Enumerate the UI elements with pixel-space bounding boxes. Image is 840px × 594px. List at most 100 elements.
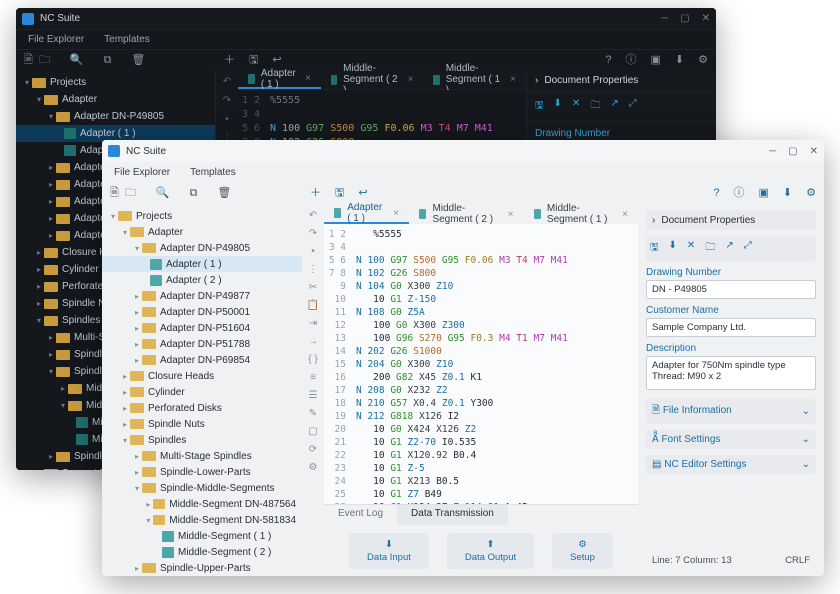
prop-expand-icon[interactable]: ⤢ — [744, 240, 752, 257]
refresh-icon[interactable]: ⟳ — [309, 444, 317, 455]
new-folder-icon[interactable]: 🗀 — [39, 55, 50, 66]
close-tab-icon[interactable]: × — [305, 73, 311, 84]
settings-icon[interactable]: ⚙ — [806, 188, 816, 199]
undo-icon[interactable]: ↶ — [223, 76, 231, 87]
tab-adapter-1[interactable]: Adapter ( 1 )× — [324, 204, 409, 224]
info-icon[interactable]: ⓘ — [734, 188, 745, 199]
prop-save-icon[interactable]: 🖫 — [650, 240, 659, 257]
prop-expand-icon[interactable]: ⤢ — [629, 98, 637, 115]
minimize-icon[interactable]: ─ — [661, 13, 668, 24]
maximize-icon[interactable]: ▢ — [788, 146, 797, 157]
list-icon[interactable]: ☰ — [309, 390, 318, 401]
editor-icon: ▤ — [652, 459, 661, 470]
copy-icon[interactable]: ⧉ — [104, 55, 112, 66]
add-icon[interactable]: ＋ — [224, 55, 235, 66]
dot-icon[interactable]: • — [311, 246, 315, 257]
app-title: NC Suite — [126, 146, 769, 157]
prop-download-icon[interactable]: ⬇ — [669, 240, 677, 257]
customer-name-input[interactable] — [646, 318, 816, 337]
titlebar-light[interactable]: NC Suite ─ ▢ ✕ — [102, 140, 824, 162]
wrap-icon[interactable]: ↩ — [358, 188, 367, 199]
prop-close-icon[interactable]: ✕ — [687, 240, 695, 257]
window-light: NC Suite ─ ▢ ✕ File Explorer Templates 🗎… — [102, 140, 824, 576]
link-icon[interactable]: ⇥ — [309, 318, 317, 329]
dots-icon[interactable]: ⋮ — [308, 264, 318, 275]
new-file-icon[interactable]: 🗎 — [110, 188, 119, 199]
tab-middle-2[interactable]: Middle-Segment ( 2 )× — [321, 70, 424, 89]
prop-download-icon[interactable]: ⬇ — [554, 98, 562, 115]
redo-icon[interactable]: ↷ — [223, 95, 231, 106]
status-bar: Line: 7 Column: 13 CRLF — [646, 551, 816, 570]
wrap-icon[interactable]: ↩ — [272, 55, 281, 66]
delete-icon[interactable]: 🗑 — [217, 188, 231, 199]
close-icon[interactable]: ✕ — [702, 13, 710, 24]
info-icon[interactable]: ⓘ — [626, 55, 637, 66]
settings-icon[interactable]: ⚙ — [698, 55, 708, 66]
new-folder-icon[interactable]: 🗀 — [125, 188, 136, 199]
gear-icon[interactable]: ⚙ — [309, 462, 318, 473]
arrow-right-icon[interactable]: → — [308, 336, 318, 347]
tab-middle-1[interactable]: Middle-Segment ( 1 )× — [524, 204, 638, 224]
tab-data-transmission[interactable]: Data Transmission — [397, 505, 508, 525]
section-nc-settings[interactable]: ▤ NC Editor Settings⌄ — [646, 455, 816, 474]
chevron-down-icon: ⌄ — [802, 459, 810, 470]
save-icon[interactable]: 🖫 — [249, 55, 258, 66]
undo-icon[interactable]: ↶ — [309, 210, 317, 221]
pencil-icon[interactable]: ✎ — [309, 408, 317, 419]
section-file-info[interactable]: 🗎 File Information⌄ — [646, 399, 816, 424]
minimize-icon[interactable]: ─ — [769, 146, 776, 157]
download-icon[interactable]: ⬇ — [783, 188, 792, 199]
save-icon[interactable]: 🖫 — [335, 188, 344, 199]
titlebar-dark[interactable]: NC Suite ─ ▢ ✕ — [16, 8, 716, 30]
chevron-down-icon: ⌄ — [802, 434, 810, 445]
prop-popout-icon[interactable]: ↗ — [610, 98, 618, 115]
new-file-icon[interactable]: 🗎 — [24, 55, 33, 66]
section-font-settings[interactable]: Aͣ Font Settings⌄ — [646, 430, 816, 449]
description-input[interactable] — [646, 356, 816, 390]
cube-icon[interactable]: ▣ — [651, 55, 661, 66]
close-icon[interactable]: ✕ — [810, 146, 818, 157]
drawing-number-input[interactable] — [646, 280, 816, 299]
menu-templates[interactable]: Templates — [190, 167, 236, 178]
app-title: NC Suite — [40, 13, 661, 24]
square-icon[interactable]: ▢ — [308, 426, 317, 437]
cut-icon[interactable]: ✂ — [309, 282, 317, 293]
prop-save-icon[interactable]: 🖫 — [535, 98, 544, 115]
search-icon[interactable]: 🔍 — [70, 55, 84, 66]
copy-icon[interactable]: ⧉ — [190, 188, 198, 199]
data-output-button[interactable]: ⬆Data Output — [447, 533, 534, 569]
help-icon[interactable]: ? — [605, 55, 611, 66]
help-icon[interactable]: ? — [713, 188, 719, 199]
file-tree-light[interactable]: ▾Projects ▾Adapter ▾Adapter DN-P49805 Ad… — [102, 204, 302, 576]
tab-event-log[interactable]: Event Log — [324, 505, 397, 525]
redo-icon[interactable]: ↷ — [309, 228, 317, 239]
search-icon[interactable]: 🔍 — [156, 188, 170, 199]
menu-file-explorer[interactable]: File Explorer — [28, 34, 84, 45]
prop-open-icon[interactable]: 🗀 — [590, 98, 600, 115]
line-ending: CRLF — [785, 555, 810, 566]
add-icon[interactable]: ＋ — [310, 188, 321, 199]
braces-icon[interactable]: { } — [308, 354, 317, 365]
prop-popout-icon[interactable]: ↗ — [725, 240, 733, 257]
prop-close-icon[interactable]: ✕ — [572, 98, 580, 115]
maximize-icon[interactable]: ▢ — [680, 13, 689, 24]
setup-button[interactable]: ⚙Setup — [552, 533, 613, 569]
menu-file-explorer[interactable]: File Explorer — [114, 167, 170, 178]
delete-icon[interactable]: 🗑 — [131, 55, 145, 66]
app-icon — [108, 145, 120, 157]
bottom-panel: Event Log Data Transmission ⬇Data Input … — [324, 504, 638, 576]
editor-tabs-dark: Adapter ( 1 )× Middle-Segment ( 2 )× Mid… — [238, 70, 526, 90]
paste-icon[interactable]: 📋 — [307, 300, 319, 311]
dot-icon[interactable]: • — [225, 114, 229, 125]
tab-adapter-1[interactable]: Adapter ( 1 )× — [238, 70, 321, 89]
tab-middle-1[interactable]: Middle-Segment ( 1 )× — [423, 70, 526, 89]
prop-open-icon[interactable]: 🗀 — [705, 240, 715, 257]
data-input-button[interactable]: ⬇Data Input — [349, 533, 429, 569]
v-align-icon[interactable]: ≡ — [310, 372, 316, 383]
code-editor-light[interactable]: 1 2 3 4 5 6 7 8 9 10 11 12 13 14 15 16 1… — [324, 224, 638, 504]
chevron-right-icon: › — [535, 75, 538, 86]
menu-templates[interactable]: Templates — [104, 34, 150, 45]
download-icon[interactable]: ⬇ — [675, 55, 684, 66]
cube-icon[interactable]: ▣ — [759, 188, 769, 199]
tab-middle-2[interactable]: Middle-Segment ( 2 )× — [409, 204, 523, 224]
